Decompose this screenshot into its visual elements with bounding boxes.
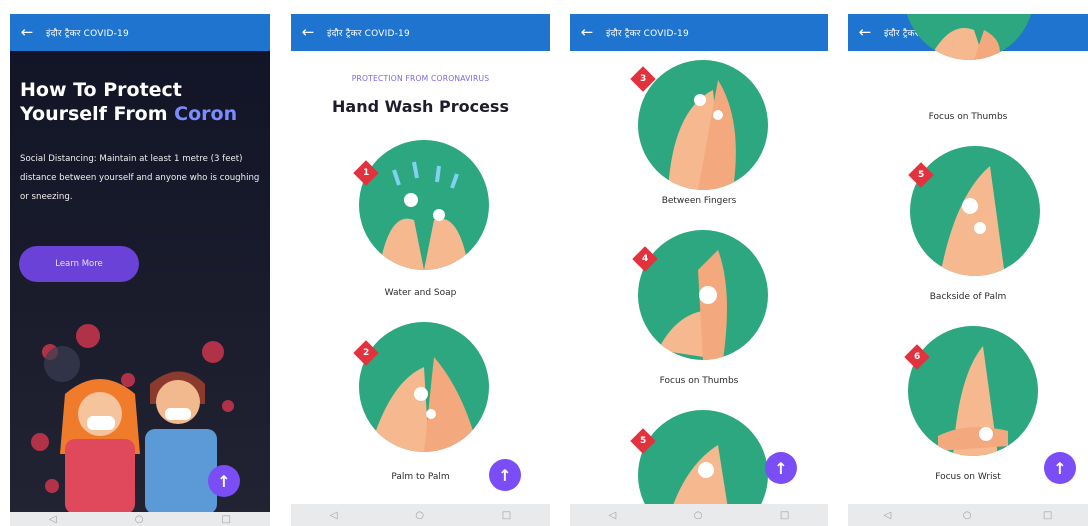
app-bar: ← इंदौर ट्रैकर COVID-19 bbox=[570, 14, 828, 51]
scroll-top-fab[interactable]: ↑ bbox=[1044, 452, 1076, 484]
app-bar: ← इंदौर ट्रैकर COVID-19 bbox=[291, 14, 550, 51]
back-triangle-icon[interactable]: ◁ bbox=[49, 514, 57, 525]
scroll-top-fab[interactable]: ↑ bbox=[489, 459, 521, 491]
screen-protect-yourself: ← इंदौर ट्रैकर COVID-19 How To Protect Y… bbox=[10, 14, 270, 526]
headline-line2: Yourself From Coron bbox=[20, 102, 237, 126]
app-bar: ← इंदौर ट्रैकर COVID-19 bbox=[10, 14, 270, 51]
scroll-top-fab[interactable]: ↑ bbox=[765, 452, 797, 484]
back-triangle-icon[interactable]: ◁ bbox=[330, 510, 338, 521]
step-6-illustration bbox=[908, 326, 1038, 456]
screen-hand-wash-3: ← इंदौर ट्रैकर COVID-19 Focus on Thumbs … bbox=[848, 14, 1088, 526]
system-nav-bar: ◁ ○ □ bbox=[848, 504, 1088, 526]
back-triangle-icon[interactable]: ◁ bbox=[884, 510, 892, 521]
step-3-illustration bbox=[638, 60, 768, 190]
step-caption: Focus on Thumbs bbox=[659, 376, 739, 386]
headline-prefix: Yourself From bbox=[20, 103, 175, 125]
system-nav-bar: ◁ ○ □ bbox=[10, 512, 270, 526]
home-circle-icon[interactable]: ○ bbox=[135, 514, 144, 525]
screen-hand-wash-2: ← इंदौर ट्रैकर COVID-19 3 Between Finger… bbox=[570, 14, 828, 526]
back-arrow-icon[interactable]: ← bbox=[852, 14, 878, 51]
app-title: इंदौर ट्रैकर COVID-19 bbox=[46, 29, 129, 39]
step-5-illustration bbox=[910, 146, 1040, 276]
app-title: इंदौर ट्रैकर COVID-19 bbox=[606, 29, 689, 39]
section-kicker: PROTECTION FROM CORONAVIRUS bbox=[351, 74, 490, 83]
recents-square-icon[interactable]: □ bbox=[1043, 510, 1052, 521]
home-circle-icon[interactable]: ○ bbox=[694, 510, 703, 521]
wrist-icon bbox=[938, 346, 1008, 456]
arrow-up-icon: ↑ bbox=[498, 465, 512, 485]
step-1-illustration bbox=[359, 140, 489, 270]
arrow-up-icon: ↑ bbox=[1053, 458, 1067, 478]
step-caption: Backside of Palm bbox=[929, 292, 1007, 302]
thumb-rub-icon bbox=[929, 28, 1000, 60]
section-heading: Hand Wash Process bbox=[332, 97, 509, 116]
step-caption: Water and Soap bbox=[384, 288, 457, 298]
headline: How To Protect Yourself From Coron bbox=[20, 78, 237, 126]
hands-water-icon bbox=[379, 161, 469, 270]
arrow-up-icon: ↑ bbox=[217, 471, 231, 491]
system-nav-bar: ◁ ○ □ bbox=[570, 504, 828, 526]
step-caption: Focus on Thumbs bbox=[928, 112, 1008, 122]
scroll-top-fab[interactable]: ↑ bbox=[208, 465, 240, 497]
back-arrow-icon[interactable]: ← bbox=[14, 14, 40, 51]
recents-square-icon[interactable]: □ bbox=[502, 510, 511, 521]
backside-palm-icon bbox=[940, 166, 1005, 276]
step-4-illustration bbox=[638, 230, 768, 360]
step-4-illustration-partial bbox=[904, 14, 1034, 60]
palm-to-palm-icon bbox=[369, 357, 479, 452]
home-circle-icon[interactable]: ○ bbox=[415, 510, 424, 521]
app-title: इंदौर ट्रैकर COVID-19 bbox=[327, 29, 410, 39]
step-caption: Between Fingers bbox=[661, 196, 737, 206]
thumb-rub-icon bbox=[658, 250, 727, 360]
home-circle-icon[interactable]: ○ bbox=[963, 510, 972, 521]
learn-more-button[interactable]: Learn More bbox=[19, 246, 139, 282]
between-fingers-icon bbox=[668, 80, 736, 190]
headline-line1: How To Protect bbox=[20, 79, 182, 101]
screen-hand-wash-1: ← इंदौर ट्रैकर COVID-19 PROTECTION FROM … bbox=[291, 14, 550, 526]
recents-square-icon[interactable]: □ bbox=[780, 510, 789, 521]
back-arrow-icon[interactable]: ← bbox=[574, 14, 600, 51]
arrow-up-icon: ↑ bbox=[774, 458, 788, 478]
step-2-illustration bbox=[359, 322, 489, 452]
system-nav-bar: ◁ ○ □ bbox=[291, 504, 550, 526]
social-distancing-text: Social Distancing: Maintain at least 1 m… bbox=[20, 154, 260, 202]
headline-accent: Coron bbox=[174, 103, 238, 125]
back-arrow-icon[interactable]: ← bbox=[295, 14, 321, 51]
recents-square-icon[interactable]: □ bbox=[222, 514, 231, 525]
back-triangle-icon[interactable]: ◁ bbox=[609, 510, 617, 521]
